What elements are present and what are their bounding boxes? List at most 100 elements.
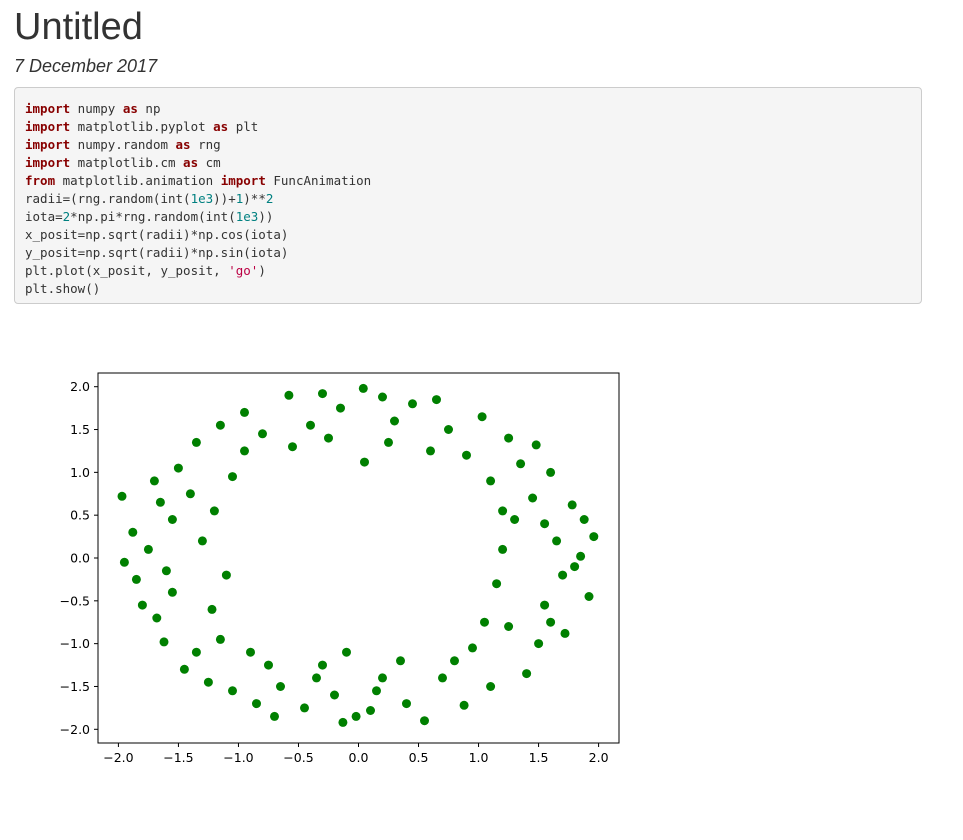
scatter-point xyxy=(358,383,368,393)
code-token: )) xyxy=(258,209,274,224)
scatter-point xyxy=(558,570,568,580)
x-tick-label: 1.0 xyxy=(469,750,489,765)
scatter-point xyxy=(191,647,201,657)
scatter-point xyxy=(197,536,207,546)
code-line: import numpy.random as rng xyxy=(25,136,911,154)
y-axis: 2.0 1.5 1.0 0.5 0.0 −0.5 −1.0 −1.5 −2.0 xyxy=(60,379,98,737)
code-token: iota= xyxy=(25,209,63,224)
code-token: rng xyxy=(190,137,221,152)
code-cell[interactable]: import numpy as np import matplotlib.pypl… xyxy=(14,87,922,304)
scatter-point xyxy=(390,416,399,426)
scatter-point xyxy=(342,647,351,657)
scatter-point xyxy=(498,544,508,554)
scatter-point xyxy=(540,519,550,529)
scatter-point xyxy=(264,660,273,670)
scatter-point xyxy=(276,682,285,691)
scatter-point xyxy=(486,682,496,691)
x-tick-label: −0.5 xyxy=(283,750,313,765)
code-token: import xyxy=(220,173,266,188)
code-token: x_posit=np.sqrt(radii)*np.cos(iota) xyxy=(25,227,289,242)
scatter-point xyxy=(531,440,541,450)
scatter-point xyxy=(221,570,231,580)
scatter-point xyxy=(540,600,550,610)
scatter-point xyxy=(534,639,544,649)
scatter-point xyxy=(477,412,487,422)
scatter-point xyxy=(402,699,411,709)
code-token: numpy xyxy=(70,101,123,116)
scatter-point xyxy=(324,433,333,443)
scatter-point xyxy=(546,617,556,627)
scatter-point xyxy=(504,433,514,443)
scatter-point xyxy=(579,515,589,524)
scatter-point xyxy=(528,493,538,503)
scatter-point xyxy=(288,442,297,452)
scatter-point xyxy=(589,532,599,542)
y-tick-label: 0.0 xyxy=(70,551,90,566)
scatter-point xyxy=(378,673,387,683)
x-axis: −2.0 −1.5 −1.0 −0.5 0.0 0.5 1.0 1.5 2.0 xyxy=(103,743,609,765)
code-token: 'go' xyxy=(228,263,259,278)
scatter-point xyxy=(228,686,237,696)
scatter-point xyxy=(209,506,219,516)
code-token: matplotlib.cm xyxy=(70,155,184,170)
x-tick-label: 2.0 xyxy=(589,750,609,765)
code-token: cm xyxy=(198,155,221,170)
scatter-point xyxy=(161,566,171,576)
scatter-point xyxy=(372,686,381,696)
scatter-plot-output: −2.0 −1.5 −1.0 −0.5 0.0 0.5 1.0 1.5 2.0 2.0 1.5 1.… xyxy=(50,360,650,780)
scatter-point xyxy=(300,703,309,713)
scatter-point xyxy=(207,604,217,614)
scatter-point xyxy=(492,579,502,589)
scatter-point xyxy=(468,643,477,653)
page-title: Untitled xyxy=(14,6,143,48)
scatter-point xyxy=(426,446,435,456)
scatter-point xyxy=(312,673,321,683)
code-line: iota=2*np.pi*rng.random(int(1e3)) xyxy=(25,208,911,226)
x-tick-label: 0.5 xyxy=(409,750,429,765)
scatter-point xyxy=(179,664,189,674)
code-token: y_posit=np.sqrt(radii)*np.sin(iota) xyxy=(25,245,289,260)
code-line: import numpy as np xyxy=(25,100,911,118)
scatter-point xyxy=(378,392,387,402)
scatter-point xyxy=(270,711,279,721)
y-tick-label: −1.5 xyxy=(60,679,90,694)
scatter-point xyxy=(396,656,405,666)
page-date: 7 December 2017 xyxy=(14,56,158,76)
scatter-point xyxy=(522,669,532,679)
code-line: plt.plot(x_posit, y_posit, 'go') xyxy=(25,262,911,280)
scatter-point xyxy=(152,613,162,623)
scatter-point xyxy=(191,437,201,447)
y-tick-label: 1.5 xyxy=(70,422,90,437)
scatter-point xyxy=(159,637,169,647)
code-token: plt xyxy=(228,119,259,134)
scatter-point xyxy=(137,600,147,610)
x-tick-label: 0.0 xyxy=(349,750,369,765)
scatter-point xyxy=(338,717,348,727)
scatter-point xyxy=(240,446,249,456)
scatter-point xyxy=(570,562,580,572)
code-line: x_posit=np.sqrt(radii)*np.cos(iota) xyxy=(25,226,911,244)
scatter-point xyxy=(462,450,471,460)
scatter-point xyxy=(450,656,459,666)
y-tick-label: −1.0 xyxy=(60,636,90,651)
code-token: as xyxy=(122,101,138,116)
scatter-point xyxy=(119,557,129,567)
scatter-point xyxy=(516,459,526,469)
code-token: )** xyxy=(243,191,266,206)
code-token: import xyxy=(25,137,71,152)
code-token: numpy.random xyxy=(70,137,176,152)
scatter-point xyxy=(149,476,159,486)
scatter-point xyxy=(215,420,225,430)
code-token: matplotlib.animation xyxy=(55,173,221,188)
scatter-point xyxy=(366,706,375,715)
scatter-point xyxy=(318,389,327,399)
code-token: import xyxy=(25,119,71,134)
code-token: as xyxy=(213,119,229,134)
code-token: FuncAnimation xyxy=(265,173,372,188)
scatter-point xyxy=(444,425,453,434)
scatter-point xyxy=(117,491,127,501)
scatter-point xyxy=(459,700,469,710)
x-tick-label: 1.5 xyxy=(529,750,549,765)
code-line: y_posit=np.sqrt(radii)*np.sin(iota) xyxy=(25,244,911,262)
scatter-point xyxy=(284,390,294,400)
